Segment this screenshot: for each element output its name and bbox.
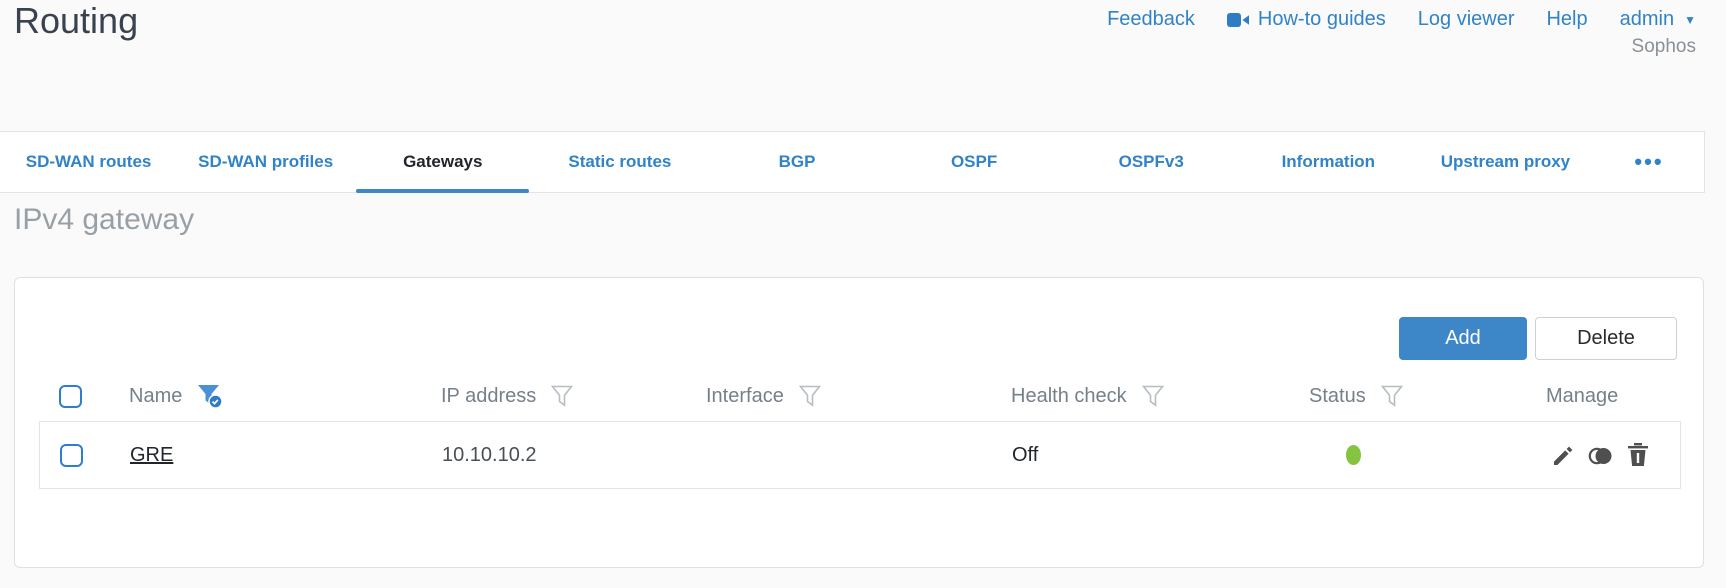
manage-cell xyxy=(1547,442,1680,468)
column-header-ip-address: IP address xyxy=(441,384,537,407)
help-label: Help xyxy=(1546,8,1588,30)
section-heading: IPv4 gateway xyxy=(14,203,195,236)
video-camera-icon xyxy=(1226,12,1250,28)
tabs-more-button[interactable]: ••• xyxy=(1594,132,1704,192)
select-all-checkbox[interactable] xyxy=(59,384,82,408)
filter-icon[interactable] xyxy=(798,384,822,408)
filter-icon[interactable] xyxy=(1141,384,1165,408)
filter-icon[interactable] xyxy=(1380,384,1404,408)
ipv4-gateway-card: Add Delete Name IP address Interface Hea… xyxy=(14,277,1704,568)
filter-icon[interactable] xyxy=(550,384,574,408)
row-checkbox[interactable] xyxy=(60,443,83,467)
delete-icon[interactable] xyxy=(1626,442,1650,468)
ip-address-cell: 10.10.10.2 xyxy=(442,443,537,466)
column-header-name: Name xyxy=(129,384,183,407)
chevron-down-icon: ▼ xyxy=(1684,12,1696,27)
filter-active-icon[interactable] xyxy=(196,383,224,409)
status-indicator xyxy=(1346,445,1361,465)
column-header-interface: Interface xyxy=(706,384,784,407)
tab-sdwan-profiles[interactable]: SD-WAN profiles xyxy=(177,132,354,192)
health-check-cell: Off xyxy=(1012,443,1039,466)
tab-ospf[interactable]: OSPF xyxy=(886,132,1063,192)
tab-bar: SD-WAN routes SD-WAN profiles Gateways S… xyxy=(0,131,1705,193)
page-title: Routing xyxy=(14,0,139,41)
feedback-link-label: Feedback xyxy=(1107,8,1195,30)
edit-icon[interactable] xyxy=(1551,443,1576,468)
user-menu-label: admin xyxy=(1619,8,1675,30)
gateway-name-link[interactable]: GRE xyxy=(130,444,173,466)
feedback-link[interactable]: Feedback xyxy=(1107,8,1195,31)
add-button[interactable]: Add xyxy=(1399,317,1527,360)
tab-information[interactable]: Information xyxy=(1240,132,1417,192)
tab-upstream-proxy[interactable]: Upstream proxy xyxy=(1417,132,1594,192)
brand-label: Sophos xyxy=(1631,36,1696,57)
help-link[interactable]: Help xyxy=(1546,8,1587,31)
log-viewer-label: Log viewer xyxy=(1417,8,1515,30)
howto-guides-link[interactable]: How-to guides xyxy=(1226,8,1386,31)
tab-bgp[interactable]: BGP xyxy=(708,132,885,192)
tab-gateways[interactable]: Gateways xyxy=(354,132,531,193)
tab-static-routes[interactable]: Static routes xyxy=(531,132,708,192)
header-links: Feedback How-to guides Log viewer Help a… xyxy=(1107,8,1696,31)
column-header-manage: Manage xyxy=(1546,384,1619,407)
column-header-health-check: Health check xyxy=(1011,384,1127,407)
log-viewer-link[interactable]: Log viewer xyxy=(1418,8,1515,31)
table-header-row: Name IP address Interface Health check S… xyxy=(39,371,1681,421)
table-row: GRE 10.10.10.2 Off xyxy=(39,421,1681,489)
column-header-status: Status xyxy=(1309,384,1366,407)
user-menu[interactable]: admin ▼ xyxy=(1620,8,1696,31)
clone-icon[interactable] xyxy=(1588,443,1614,468)
table-toolbar: Add Delete xyxy=(1399,317,1677,360)
delete-button[interactable]: Delete xyxy=(1535,317,1677,360)
howto-guides-label: How-to guides xyxy=(1257,8,1386,30)
tab-ospfv3[interactable]: OSPFv3 xyxy=(1063,132,1240,192)
tab-sdwan-routes[interactable]: SD-WAN routes xyxy=(0,132,177,192)
